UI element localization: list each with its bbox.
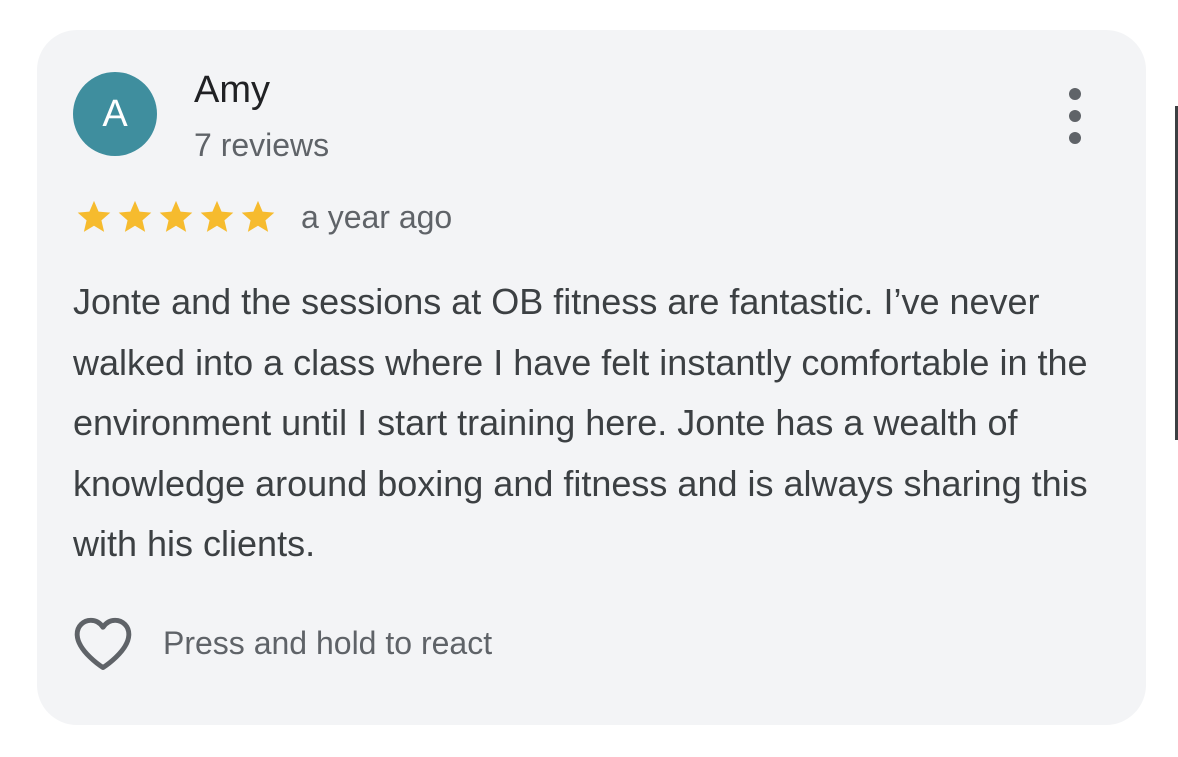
star-icon <box>118 200 152 232</box>
reviewer-name[interactable]: Amy <box>194 68 270 112</box>
rating-row: a year ago <box>75 195 452 239</box>
more-vertical-icon <box>1069 88 1081 100</box>
more-options-button[interactable] <box>1055 88 1095 144</box>
more-vertical-icon <box>1069 110 1081 122</box>
star-rating <box>75 198 280 236</box>
review-text: Jonte and the sessions at OB fitness are… <box>73 281 1088 564</box>
review-date: a year ago <box>301 198 453 235</box>
heart-outline-icon[interactable] <box>72 614 134 672</box>
star-icon <box>77 200 111 232</box>
react-row: Press and hold to react <box>72 612 492 674</box>
avatar[interactable]: A <box>73 72 157 156</box>
review-card: A Amy 7 reviews a year ago Jonte and the… <box>37 30 1146 725</box>
star-icon <box>159 200 193 232</box>
reviewer-review-count[interactable]: 7 reviews <box>194 126 329 164</box>
star-icon <box>241 200 275 232</box>
react-hint: Press and hold to react <box>163 624 493 661</box>
star-icon <box>200 200 234 232</box>
more-vertical-icon <box>1069 132 1081 144</box>
